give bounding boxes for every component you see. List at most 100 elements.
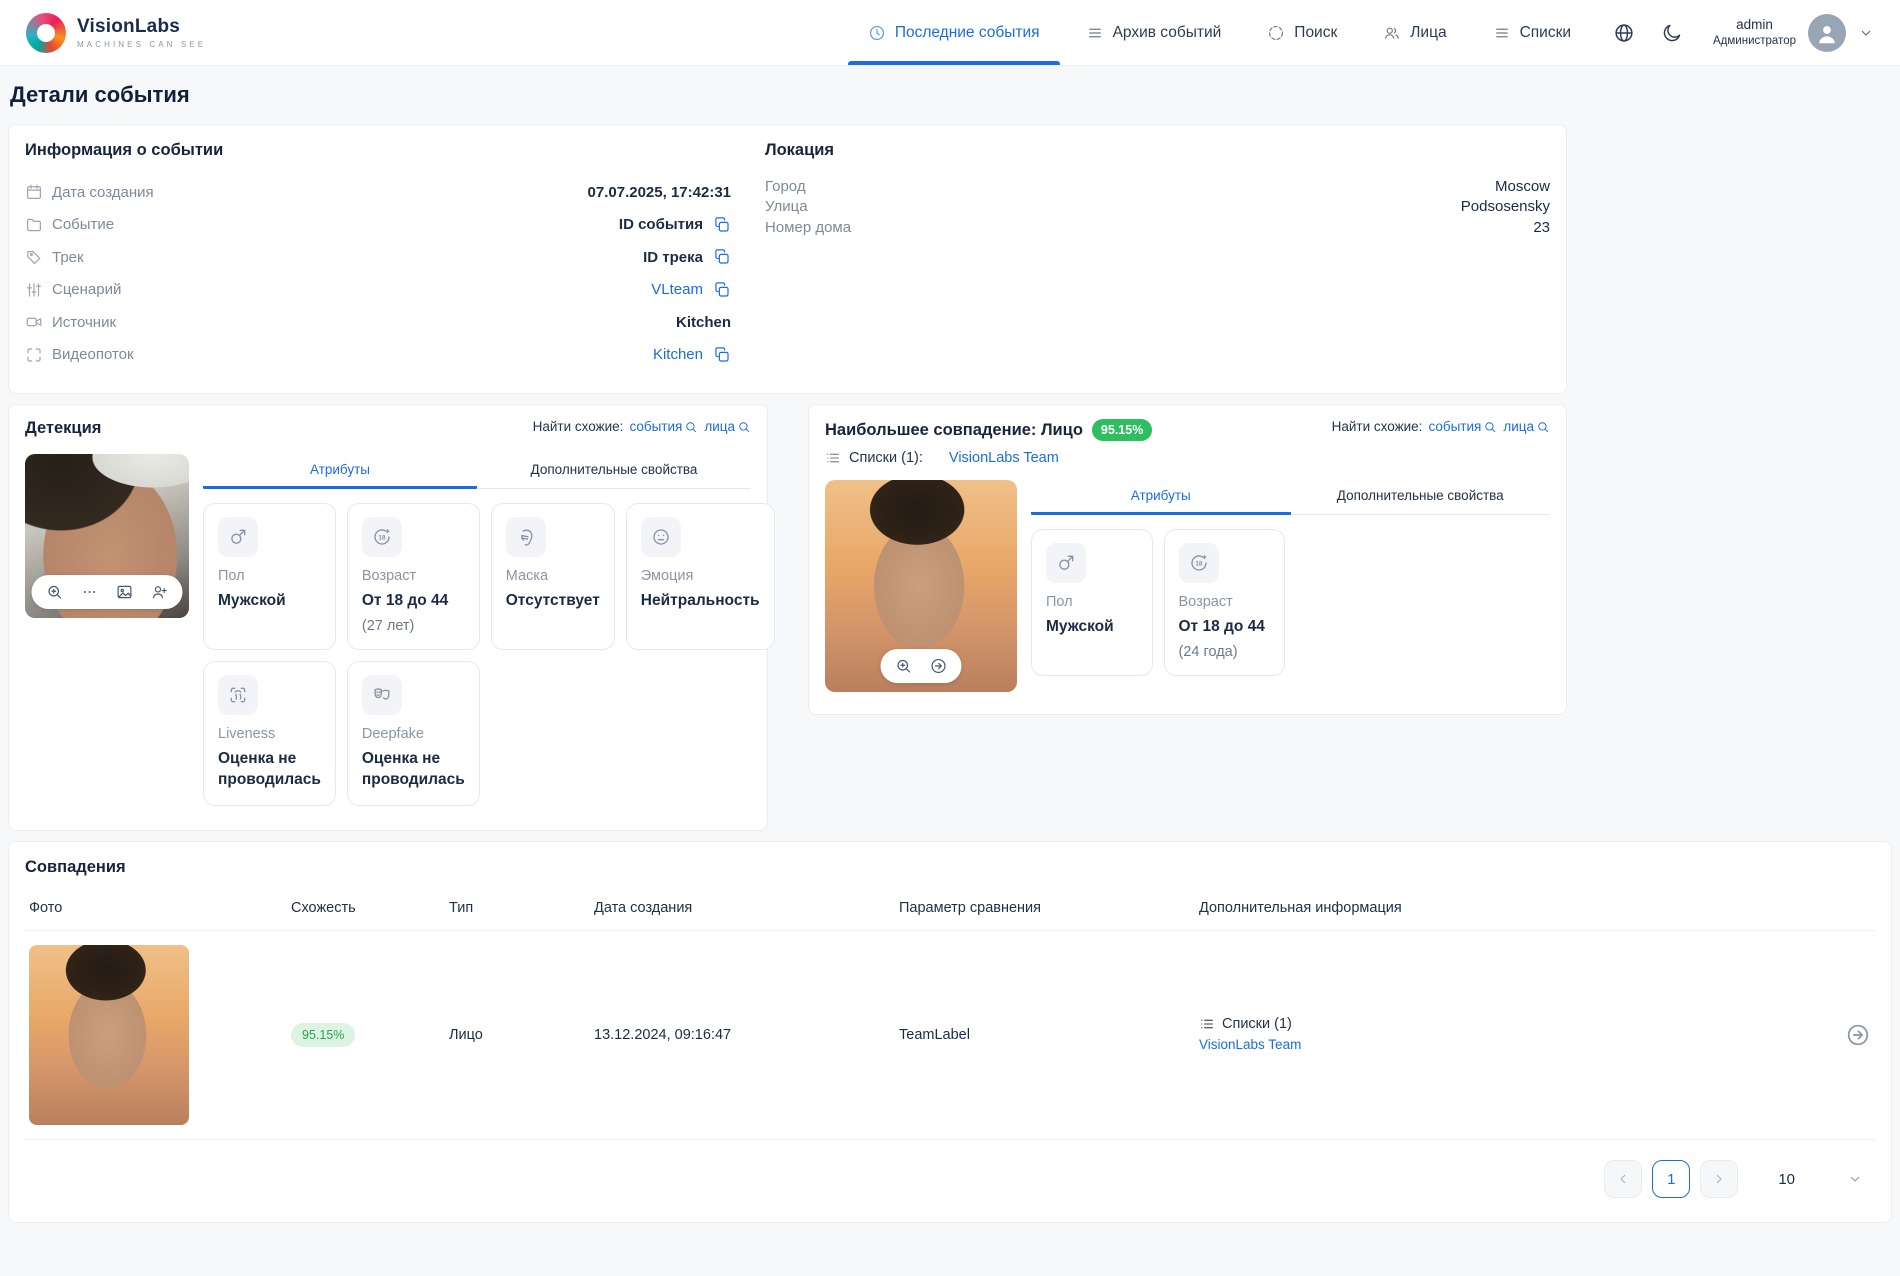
table-row[interactable]: 95.15% Лицо 13.12.2024, 09:16:47 TeamLab… xyxy=(25,931,1875,1141)
tag-icon xyxy=(27,251,41,265)
match-row-photo[interactable] xyxy=(29,945,189,1126)
location-row-house: Номер дома 23 xyxy=(765,218,1550,236)
best-match-panel: Наибольшее совпадение: Лицо 95.15% Списк… xyxy=(808,404,1567,715)
copy-track-id-button[interactable] xyxy=(713,248,731,266)
tab-extra-properties[interactable]: Дополнительные свойства xyxy=(1290,480,1550,515)
page-content: Детали события Информация о событии Дата… xyxy=(0,66,1900,1224)
zoom-in-icon[interactable] xyxy=(46,583,64,601)
tab-attributes[interactable]: Атрибуты xyxy=(1031,480,1291,515)
male-icon xyxy=(1059,555,1074,570)
search-icon xyxy=(1538,422,1549,433)
svg-text:18: 18 xyxy=(1195,560,1203,567)
nav-label: Списки xyxy=(1519,23,1572,41)
best-match-face-photo[interactable] xyxy=(825,480,1017,692)
user-meta: admin Администратор xyxy=(1713,17,1796,48)
find-similar-events-link[interactable]: события xyxy=(1428,419,1497,434)
sliders-icon xyxy=(27,283,41,297)
avatar xyxy=(1808,13,1846,52)
open-match-icon[interactable] xyxy=(1845,1022,1871,1048)
visionlabs-logo-icon xyxy=(26,12,66,53)
copy-icon xyxy=(715,217,729,232)
nav-lists[interactable]: Списки xyxy=(1493,0,1571,65)
find-similar-faces-link[interactable]: лица xyxy=(704,419,751,434)
attribute-card-gender: Пол Мужской xyxy=(203,503,336,651)
track-id-value: ID трека xyxy=(643,248,703,266)
brand-tagline: MACHINES CAN SEE xyxy=(77,40,207,49)
nav-latest-events[interactable]: Последние события xyxy=(847,0,1060,65)
person-add-icon[interactable] xyxy=(151,583,169,601)
lists-icon xyxy=(1495,28,1508,37)
age-icon: 18 xyxy=(374,529,390,545)
copy-scenario-button[interactable] xyxy=(713,281,731,299)
col-photo: Фото xyxy=(29,900,63,917)
match-type: Лицо xyxy=(449,1027,483,1044)
chevron-down-icon[interactable] xyxy=(1858,25,1874,41)
user-role: Администратор xyxy=(1713,34,1796,47)
current-page-button[interactable]: 1 xyxy=(1652,1160,1691,1199)
similarity-badge: 95.15% xyxy=(1091,419,1153,441)
image-icon[interactable] xyxy=(116,583,134,601)
info-label: Видеопоток xyxy=(52,346,134,364)
matches-title: Совпадения xyxy=(25,858,126,877)
nav-event-archive[interactable]: Архив событий xyxy=(1086,0,1221,65)
copy-stream-button[interactable] xyxy=(713,346,731,364)
folder-icon xyxy=(27,218,41,231)
copy-event-id-button[interactable] xyxy=(713,216,731,234)
chevron-down-icon[interactable] xyxy=(1847,1171,1863,1187)
attribute-card-age: 18 Возраст От 18 до 44 (24 года) xyxy=(1163,529,1285,677)
open-face-icon[interactable] xyxy=(930,657,948,675)
attribute-card-age: 18 Возраст От 18 до 44 (27 лет) xyxy=(346,503,480,651)
copy-icon xyxy=(715,249,729,264)
best-match-list-link[interactable]: VisionLabs Team xyxy=(949,450,1059,466)
brand-logo[interactable]: VisionLabs MACHINES CAN SEE xyxy=(26,12,206,53)
male-icon xyxy=(231,529,246,544)
photo-toolbar xyxy=(880,649,962,683)
col-type: Тип xyxy=(449,900,474,917)
svg-text:18: 18 xyxy=(378,534,386,541)
search-icon xyxy=(686,422,697,433)
brand-text: VisionLabs MACHINES CAN SEE xyxy=(77,16,206,49)
moon-icon[interactable] xyxy=(1661,22,1683,44)
user-menu[interactable]: admin Администратор xyxy=(1713,13,1874,52)
tab-extra-properties[interactable]: Дополнительные свойства xyxy=(477,454,751,489)
scenario-link[interactable]: VLteam xyxy=(651,281,703,298)
event-info-panel: Информация о событии Дата создания 07.07… xyxy=(8,124,1567,394)
info-label: Дата создания xyxy=(52,183,154,201)
tab-attributes[interactable]: Атрибуты xyxy=(203,454,477,489)
find-similar-events-link[interactable]: события xyxy=(629,419,698,434)
main-nav: Последние события Архив событий Поиск Ли… xyxy=(847,0,1571,65)
info-row-track: Трек ID трека xyxy=(25,241,731,274)
video-camera-icon xyxy=(26,317,42,327)
nav-label: Лица xyxy=(1410,23,1447,41)
next-page-button[interactable] xyxy=(1700,1160,1739,1199)
page-title: Детали события xyxy=(10,82,190,107)
clock-icon xyxy=(869,25,884,40)
globe-icon[interactable] xyxy=(1613,22,1635,44)
best-match-tabs: Атрибуты Дополнительные свойства xyxy=(1031,480,1550,515)
match-compare-param: TeamLabel xyxy=(899,1027,970,1044)
chevron-left-icon xyxy=(1620,1175,1626,1184)
detection-face-photo[interactable] xyxy=(25,454,189,618)
nav-faces[interactable]: Лица xyxy=(1383,0,1447,65)
location-column: Локация Город Moscow Улица Podsosensky Н… xyxy=(765,141,1550,371)
nav-label: Последние события xyxy=(894,23,1040,41)
more-options-icon[interactable] xyxy=(81,583,99,601)
archive-list-icon xyxy=(1088,28,1101,37)
nav-label: Поиск xyxy=(1294,23,1338,41)
table-header: Фото Схожесть Тип Дата создания Параметр… xyxy=(25,891,1875,932)
col-extra-info: Дополнительная информация xyxy=(1199,900,1402,917)
similarity-badge: 95.15% xyxy=(291,1023,356,1048)
stream-link[interactable]: Kitchen xyxy=(653,346,703,363)
col-similarity: Схожесть xyxy=(291,900,356,917)
col-compare-param: Параметр сравнения xyxy=(899,900,1042,917)
prev-page-button[interactable] xyxy=(1604,1160,1643,1199)
page-size-value[interactable]: 10 xyxy=(1778,1171,1795,1188)
match-created: 13.12.2024, 09:16:47 xyxy=(594,1027,732,1044)
nav-search[interactable]: Поиск xyxy=(1267,0,1337,65)
match-list-link[interactable]: VisionLabs Team xyxy=(1199,1037,1301,1052)
created-value: 07.07.2025, 17:42:31 xyxy=(587,183,731,201)
attribute-card-liveness: Liveness Оценка не проводилась xyxy=(203,661,336,807)
find-similar-faces-link[interactable]: лица xyxy=(1503,419,1550,434)
zoom-in-icon[interactable] xyxy=(895,657,913,675)
search-icon xyxy=(739,422,750,433)
